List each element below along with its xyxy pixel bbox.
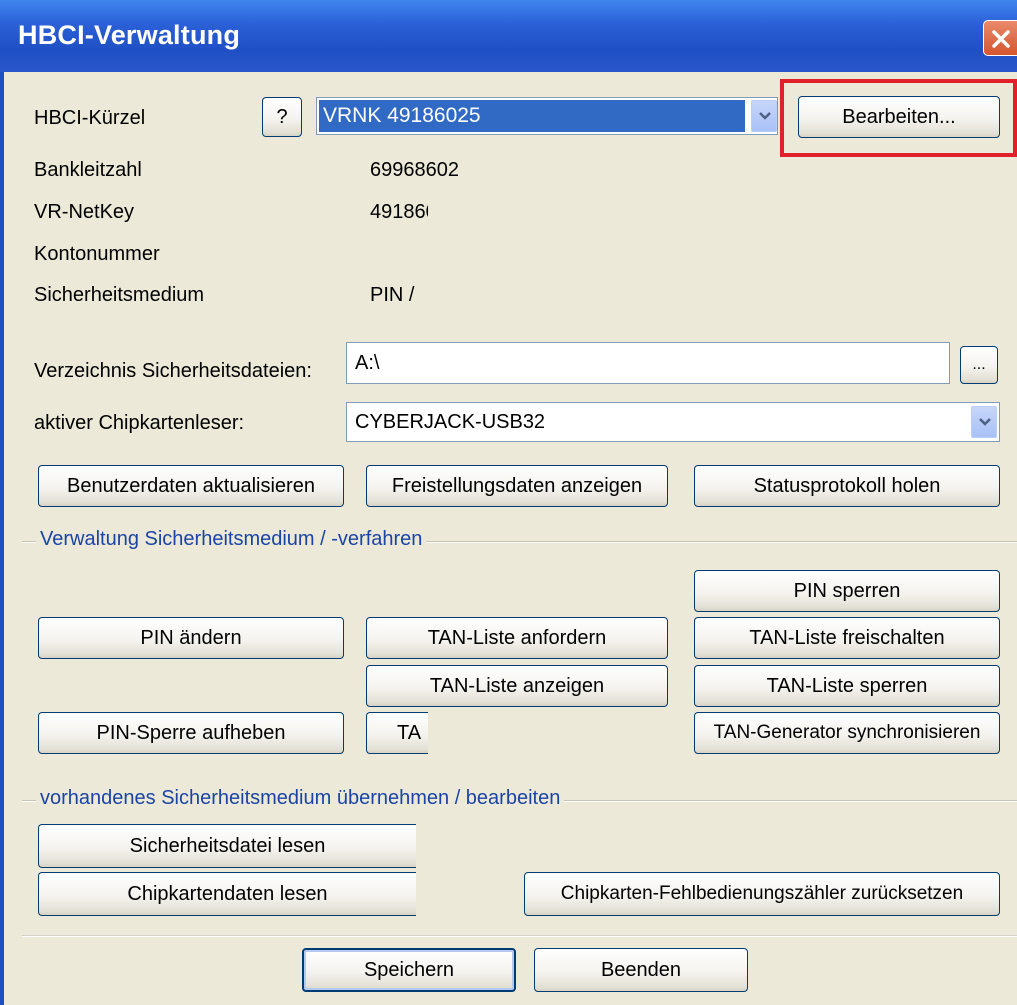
- dir-input[interactable]: A:\: [346, 342, 950, 384]
- close-icon: [992, 30, 1010, 48]
- tan-show-button[interactable]: TAN-Liste anzeigen: [366, 665, 668, 707]
- tan-lock-button[interactable]: TAN-Liste sperren: [694, 665, 1000, 707]
- medium-label: Sicherheitsmedium: [34, 284, 205, 306]
- show-release-button[interactable]: Freistellungsdaten anzeigen: [366, 465, 668, 507]
- hbci-select-value: VRNK 49186025: [319, 100, 745, 132]
- reset-counter-button[interactable]: Chipkarten-Fehlbedienungszähler zurückse…: [524, 872, 1000, 916]
- dialog-window: HBCI-Verwaltung HBCI-Kürzel ? VRNK 49186…: [0, 0, 1017, 1005]
- konto-label: Kontonummer: [34, 243, 160, 265]
- tan-request-button[interactable]: TAN-Liste anfordern: [366, 617, 668, 659]
- read-card-button[interactable]: Chipkartendaten lesen: [38, 872, 416, 916]
- tan-cut-button[interactable]: TA: [366, 712, 428, 754]
- close-button[interactable]: [983, 20, 1017, 56]
- chevron-down-icon: [979, 418, 991, 426]
- tan-unlock-button[interactable]: TAN-Liste freischalten: [694, 617, 1000, 659]
- pin-unlock-button[interactable]: PIN-Sperre aufheben: [38, 712, 344, 754]
- window-frame-left: [0, 72, 4, 1005]
- get-status-button[interactable]: Statusprotokoll holen: [694, 465, 1000, 507]
- reader-select[interactable]: CYBERJACK-USB32: [346, 402, 1000, 442]
- window-title: HBCI-Verwaltung: [18, 20, 241, 50]
- highlight-annotation: [780, 79, 1017, 157]
- dir-label: Verzeichnis Sicherheitsdateien:: [34, 360, 312, 382]
- medium-value: PIN / TAN: [370, 284, 416, 306]
- update-user-button[interactable]: Benutzerdaten aktualisieren: [38, 465, 344, 507]
- management-group-title: Verwaltung Sicherheitsmedium / -verfahre…: [36, 528, 427, 551]
- exit-button[interactable]: Beenden: [534, 948, 748, 992]
- hbci-select-arrow[interactable]: [751, 100, 777, 132]
- hbci-label: HBCI-Kürzel: [34, 107, 146, 129]
- help-button[interactable]: ?: [262, 97, 302, 137]
- reader-select-value: CYBERJACK-USB32: [355, 410, 546, 433]
- title-bar[interactable]: HBCI-Verwaltung: [0, 0, 1017, 72]
- footer-divider: [22, 935, 1017, 937]
- reader-label: aktiver Chipkartenleser:: [34, 412, 245, 434]
- netkey-value: 49186025: [370, 201, 428, 223]
- existing-group-title: vorhandenes Sicherheitsmedium übernehmen…: [36, 787, 565, 810]
- hbci-select[interactable]: VRNK 49186025: [316, 97, 778, 135]
- blz-label: Bankleitzahl: [34, 159, 142, 181]
- save-button[interactable]: Speichern: [302, 948, 516, 992]
- browse-button[interactable]: ...: [960, 346, 998, 384]
- reader-select-arrow[interactable]: [971, 406, 997, 438]
- netkey-label: VR-NetKey: [34, 201, 135, 223]
- tan-sync-button[interactable]: TAN-Generator synchronisieren: [694, 712, 1000, 754]
- read-file-button[interactable]: Sicherheitsdatei lesen: [38, 824, 416, 868]
- blz-value: 69968602: [370, 159, 459, 181]
- pin-change-button[interactable]: PIN ändern: [38, 617, 344, 659]
- chevron-down-icon: [759, 112, 771, 120]
- pin-lock-button[interactable]: PIN sperren: [694, 570, 1000, 612]
